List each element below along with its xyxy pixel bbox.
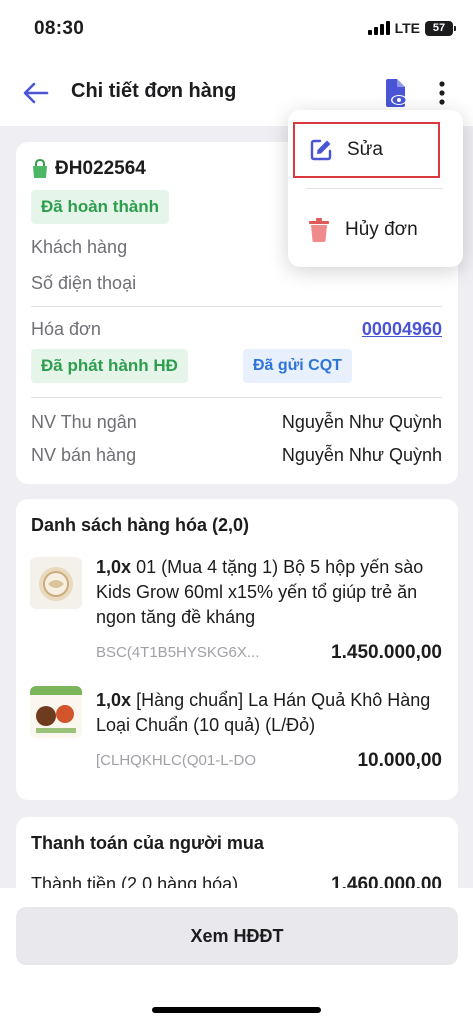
product-sku: BSC(4T1B5HYSKG6X... <box>96 644 260 661</box>
tax-status-badge: Đã gửi CQT <box>243 349 352 383</box>
status-time: 08:30 <box>34 18 85 39</box>
more-options-button[interactable] <box>428 76 456 110</box>
product-price: 10.000,00 <box>357 750 442 771</box>
edit-icon <box>310 139 332 161</box>
edit-label: Sửa <box>347 139 383 160</box>
battery-icon: 57 <box>425 20 456 36</box>
product-title: 01 (Mua 4 tặng 1) Bộ 5 hộp yến sào Kids … <box>96 557 424 627</box>
product-price: 1.450.000,00 <box>331 642 442 663</box>
cashier-name: Nguyễn Như Quỳnh <box>281 412 442 432</box>
menu-divider <box>306 188 443 189</box>
network-label: LTE <box>394 20 420 36</box>
invoice-label: Hóa đơn <box>31 319 101 339</box>
invoice-number-link[interactable]: 00004960 <box>362 319 442 340</box>
signal-icon <box>367 21 390 35</box>
product-qty: 1,0x <box>96 690 132 710</box>
page-title: Chi tiết đơn hàng <box>71 80 237 102</box>
items-card: Danh sách hàng hóa (2,0) 1,0x 01 (Mua 4 … <box>16 499 458 800</box>
options-menu: Sửa Hủy đơn <box>288 110 463 267</box>
edit-menu-item[interactable]: Sửa <box>293 122 440 178</box>
invoice-status-badge: Đã phát hành HĐ <box>31 349 188 383</box>
back-button[interactable] <box>20 78 52 108</box>
more-vertical-icon <box>439 81 445 105</box>
bottom-bar: Xem HĐĐT <box>0 888 473 1024</box>
cashier-label: NV Thu ngân <box>31 412 137 432</box>
items-section-title: Danh sách hàng hóa (2,0) <box>31 515 250 535</box>
product-thumbnail-icon <box>30 557 82 609</box>
trash-icon <box>309 218 329 242</box>
status-indicators: LTE 57 <box>367 20 456 36</box>
view-e-invoice-button[interactable]: Xem HĐĐT <box>16 907 458 965</box>
view-invoice-button[interactable] <box>380 76 412 110</box>
product-thumbnail-icon <box>30 686 82 738</box>
product-image[interactable] <box>30 686 82 738</box>
shopping-bag-icon <box>33 159 47 178</box>
payment-section-title: Thanh toán của người mua <box>31 833 264 853</box>
battery-level: 57 <box>432 22 446 34</box>
product-name[interactable]: 1,0x 01 (Mua 4 tặng 1) Bộ 5 hộp yến sào … <box>96 555 444 630</box>
product-qty: 1,0x <box>96 557 132 577</box>
seller-label: NV bán hàng <box>31 445 137 465</box>
arrow-left-icon <box>23 82 49 104</box>
divider <box>31 397 442 398</box>
order-code-row: ĐH022564 <box>31 158 146 180</box>
status-bar: 08:30 LTE 57 <box>0 0 473 60</box>
product-sku: [CLHQKHLC(Q01-L-DO <box>96 752 257 769</box>
seller-name: Nguyễn Như Quỳnh <box>281 445 442 465</box>
divider <box>31 306 442 307</box>
document-view-icon <box>386 79 407 107</box>
order-status-badge: Đã hoàn thành <box>31 190 170 224</box>
product-image[interactable] <box>30 557 82 609</box>
order-code: ĐH022564 <box>55 158 146 179</box>
product-title: [Hàng chuẩn] La Hán Quả Khô Hàng Loại Ch… <box>96 690 431 735</box>
customer-label: Khách hàng <box>31 237 128 257</box>
cancel-order-menu-item[interactable]: Hủy đơn <box>293 202 440 258</box>
cancel-order-label: Hủy đơn <box>345 219 418 240</box>
product-name[interactable]: 1,0x [Hàng chuẩn] La Hán Quả Khô Hàng Lo… <box>96 688 444 738</box>
home-indicator <box>152 1007 321 1013</box>
phone-label: Số điện thoại <box>31 273 137 293</box>
